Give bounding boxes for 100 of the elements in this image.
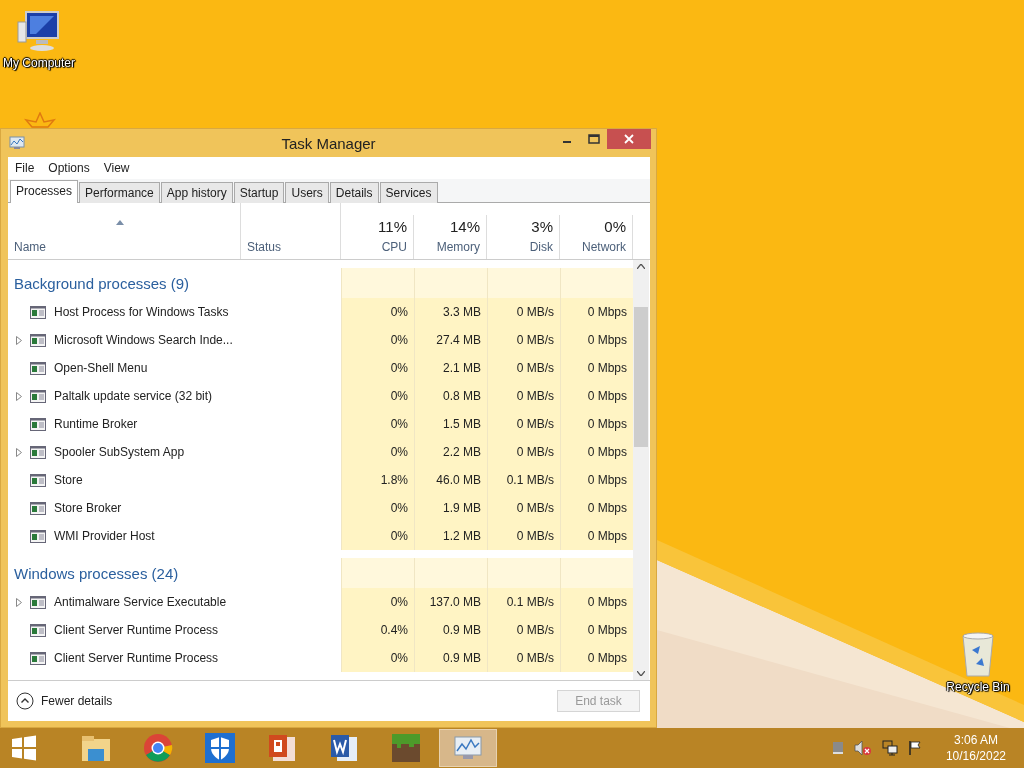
table-cell: 0% <box>341 588 414 616</box>
group-heading: Background processes (9) <box>14 274 190 292</box>
table-cell: 0 MB/s <box>487 354 560 382</box>
scroll-thumb[interactable] <box>634 307 648 447</box>
table-cell: 1.2 MB <box>414 522 487 550</box>
keyboard-icon[interactable] <box>831 741 844 755</box>
table-cell: 137.0 MB <box>414 588 487 616</box>
column-header[interactable]: CPU <box>381 240 407 254</box>
table-cell: 0 MB/s <box>487 382 560 410</box>
chart-icon <box>9 136 25 150</box>
usage-percent: 14% <box>449 218 480 235</box>
tab[interactable]: Services <box>379 182 438 203</box>
process-name[interactable]: Spooler SubSystem App <box>54 445 185 459</box>
scroll-up-icon[interactable] <box>637 264 645 269</box>
table-cell: 0 Mbps <box>560 494 633 522</box>
table-cell: 0% <box>341 382 414 410</box>
app-window-icon <box>30 651 46 665</box>
flag-icon[interactable] <box>907 740 922 756</box>
tab[interactable]: Startup <box>233 182 285 203</box>
process-name[interactable]: Paltalk update service (32 bit) <box>54 389 213 403</box>
tab[interactable]: Details <box>329 182 379 203</box>
table-cell: 0 Mbps <box>560 616 633 644</box>
table-cell: 27.4 MB <box>414 326 487 354</box>
menu-item[interactable]: File <box>15 161 35 175</box>
table-cell: 1.9 MB <box>414 494 487 522</box>
windows-logo-icon[interactable] <box>11 735 37 761</box>
tab[interactable]: Performance <box>79 182 160 203</box>
column-header[interactable]: Name <box>14 240 240 254</box>
table-cell: 0 Mbps <box>560 466 633 494</box>
table-cell: 0% <box>341 326 414 354</box>
grass-block-icon <box>391 733 421 763</box>
table-cell: 0 MB/s <box>487 298 560 326</box>
tab[interactable]: App history <box>160 182 233 203</box>
shield-icon <box>205 733 235 763</box>
presentation-icon <box>267 733 297 763</box>
recycle-bin-icon[interactable] <box>960 632 996 678</box>
column-header[interactable]: Status <box>247 240 282 254</box>
computer-icon[interactable] <box>16 10 62 54</box>
column-header[interactable]: Disk <box>529 240 553 254</box>
app-window-icon <box>30 623 46 637</box>
table-cell: 0 MB/s <box>487 326 560 354</box>
process-name[interactable]: Store <box>54 473 83 487</box>
table-cell: 0% <box>341 410 414 438</box>
fewer-details-button[interactable]: Fewer details <box>16 692 113 710</box>
process-name[interactable]: Client Server Runtime Process <box>54 651 219 665</box>
process-name[interactable]: Host Process for Windows Tasks <box>54 305 229 319</box>
table-cell: 0 MB/s <box>487 644 560 672</box>
tab[interactable]: Processes <box>10 180 79 203</box>
table-cell: 46.0 MB <box>414 466 487 494</box>
app-window-icon <box>30 305 46 319</box>
close-icon <box>624 134 634 144</box>
table-cell: 0 MB/s <box>487 522 560 550</box>
table-cell: 0.1 MB/s <box>487 588 560 616</box>
group-heading: Windows processes (24) <box>14 564 179 582</box>
table-cell: 0 MB/s <box>487 438 560 466</box>
process-name[interactable]: Client Server Runtime Process <box>54 623 219 637</box>
table-cell: 0 Mbps <box>560 644 633 672</box>
process-name[interactable]: Runtime Broker <box>54 417 138 431</box>
app-window-icon <box>30 501 46 515</box>
table-cell: 0% <box>341 494 414 522</box>
table-cell: 0 Mbps <box>560 326 633 354</box>
expand-arrow-icon[interactable] <box>16 391 22 401</box>
app-window-icon <box>30 529 46 543</box>
table-cell: 0.9 MB <box>414 644 487 672</box>
table-cell: 0 Mbps <box>560 438 633 466</box>
process-name[interactable]: WMI Provider Host <box>54 529 155 543</box>
process-name[interactable]: Antimalware Service Executable <box>54 595 227 609</box>
column-header[interactable]: Network <box>582 240 626 254</box>
menu-item[interactable]: Options <box>48 161 90 175</box>
table-cell: 0 Mbps <box>560 354 633 382</box>
sort-caret-icon[interactable] <box>116 220 124 225</box>
scrollbar[interactable] <box>633 260 649 680</box>
usage-percent: 11% <box>378 218 407 235</box>
table-cell: 0% <box>341 298 414 326</box>
folder-icon <box>80 733 112 763</box>
expand-arrow-icon[interactable] <box>16 447 22 457</box>
app-window-icon <box>30 417 46 431</box>
menu-item[interactable]: View <box>103 161 130 175</box>
table-cell: 0% <box>341 522 414 550</box>
collapse-icon <box>16 692 34 710</box>
process-name[interactable]: Microsoft Windows Search Inde... <box>54 333 233 347</box>
table-cell: 1.5 MB <box>414 410 487 438</box>
process-name[interactable]: Store Broker <box>54 501 122 515</box>
table-cell: 0% <box>341 438 414 466</box>
table-cell: 0 MB/s <box>487 616 560 644</box>
usage-percent: 3% <box>531 218 553 235</box>
network-icon[interactable] <box>881 740 898 756</box>
muted-speaker-icon[interactable] <box>853 740 872 756</box>
document-icon <box>329 733 359 763</box>
close-button[interactable] <box>607 129 651 149</box>
expand-arrow-icon[interactable] <box>16 597 22 607</box>
app-window-icon <box>30 361 46 375</box>
table-cell: 1.8% <box>341 466 414 494</box>
column-header[interactable]: Memory <box>436 240 480 254</box>
table-cell: 0 Mbps <box>560 382 633 410</box>
process-name[interactable]: Open-Shell Menu <box>54 361 148 375</box>
tab[interactable]: Users <box>285 182 329 203</box>
scroll-down-icon[interactable] <box>637 671 645 676</box>
expand-arrow-icon[interactable] <box>16 335 22 345</box>
table-cell: 0 Mbps <box>560 298 633 326</box>
